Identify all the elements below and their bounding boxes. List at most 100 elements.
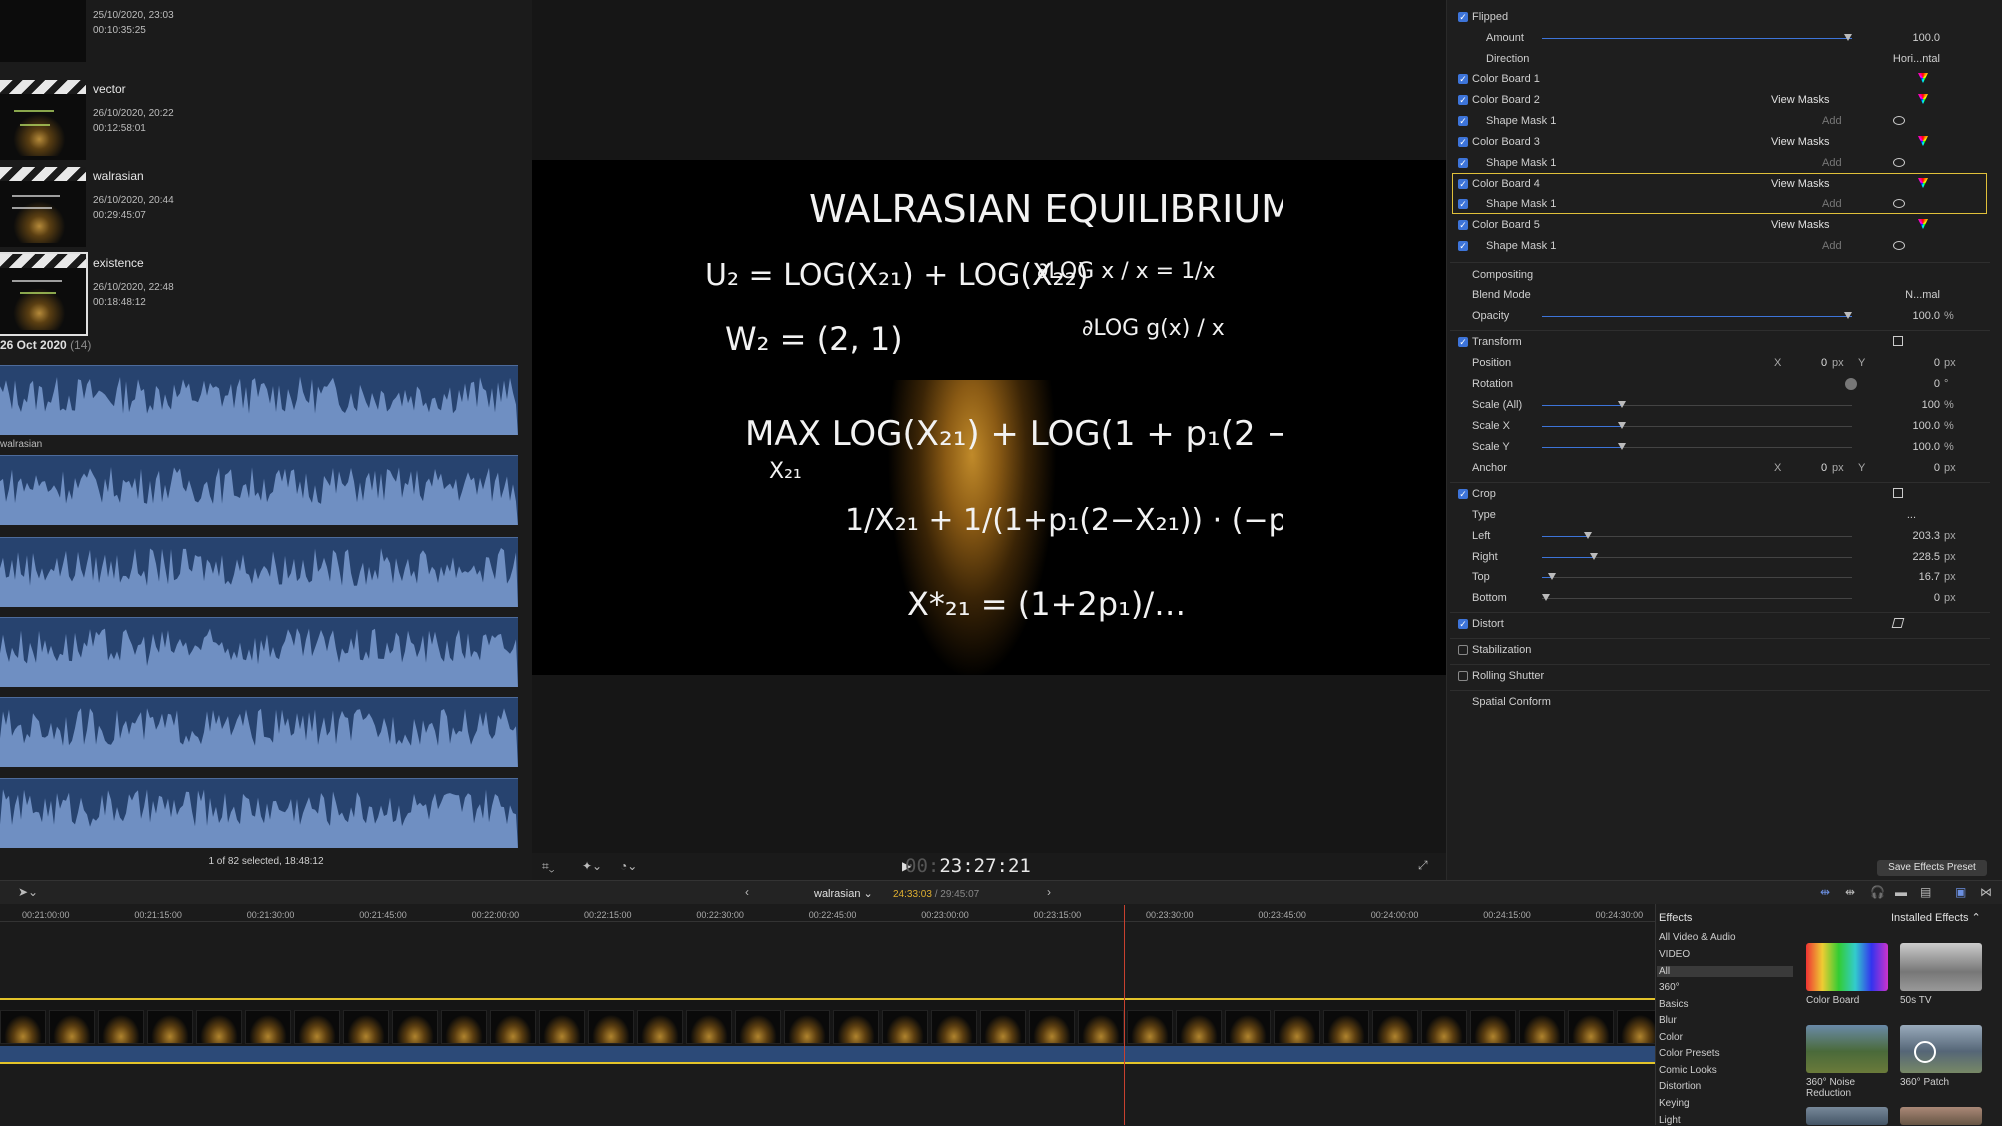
blend-mode-popup[interactable]: N...mal: [1905, 289, 1940, 301]
distort-row[interactable]: ✓ Distort: [1456, 615, 1986, 635]
clip-item[interactable]: exchange 25/10/2020, 23:03 00:10:35:25: [0, 0, 532, 68]
effects-category-item[interactable]: All: [1657, 966, 1793, 977]
color-board-icon[interactable]: [1918, 219, 1928, 229]
amount-slider[interactable]: [1542, 34, 1852, 41]
color-board-4-checkbox[interactable]: ✓: [1458, 179, 1468, 189]
effects-category-item[interactable]: Distortion: [1659, 1081, 1701, 1092]
view-masks-button[interactable]: View Masks: [1771, 219, 1829, 231]
headphones-icon[interactable]: 🎧: [1870, 885, 1885, 899]
shape-mask-row[interactable]: ✓ Shape Mask 1 Add: [1456, 195, 1986, 215]
flipped-row[interactable]: ✓ Flipped: [1456, 8, 1986, 28]
save-effects-preset-button[interactable]: Save Effects Preset: [1877, 860, 1987, 876]
360-noise-reduction-thumbnail[interactable]: [1806, 1025, 1888, 1073]
anchor-x-value[interactable]: 0: [1821, 462, 1827, 474]
color-board-2-row[interactable]: ✓ Color Board 2 View Masks: [1456, 91, 1986, 111]
crop-left-value[interactable]: 203.3: [1912, 530, 1940, 542]
effects-category-item[interactable]: Keying: [1659, 1098, 1690, 1109]
rolling-shutter-checkbox[interactable]: [1458, 671, 1468, 681]
effects-category-item[interactable]: Light: [1659, 1115, 1681, 1126]
add-popup[interactable]: Add: [1822, 240, 1842, 252]
audio-clip[interactable]: [0, 537, 518, 607]
shape-mask-icon[interactable]: [1893, 158, 1905, 167]
shape-mask-checkbox[interactable]: ✓: [1458, 116, 1468, 126]
scale-y-slider[interactable]: [1542, 443, 1852, 450]
clip-item[interactable]: vector 26/10/2020, 20:22 00:12:58:01: [0, 80, 532, 166]
effects-category-item[interactable]: Basics: [1659, 999, 1688, 1010]
crop-onscreen-icon[interactable]: [1893, 488, 1903, 498]
shape-mask-checkbox[interactable]: ✓: [1458, 241, 1468, 251]
add-popup[interactable]: Add: [1822, 198, 1842, 210]
timeline-clip[interactable]: [0, 998, 1655, 1064]
skimming-icon[interactable]: ⇹: [1845, 885, 1855, 899]
color-board-5-checkbox[interactable]: ✓: [1458, 220, 1468, 230]
add-popup[interactable]: Add: [1822, 115, 1842, 127]
flipped-checkbox[interactable]: ✓: [1458, 12, 1468, 22]
audio-clip[interactable]: [0, 697, 518, 767]
timecode-display[interactable]: 00:23:27:21: [905, 855, 1031, 877]
audio-clip[interactable]: [0, 455, 518, 525]
audio-clip[interactable]: [0, 365, 518, 435]
clip-item[interactable]: walrasian 26/10/2020, 20:44 00:29:45:07: [0, 167, 532, 253]
rotation-dial[interactable]: [1845, 378, 1857, 390]
direction-popup[interactable]: Hori...ntal: [1893, 53, 1940, 65]
rotation-value[interactable]: 0: [1934, 378, 1940, 390]
effect-thumbnail[interactable]: [1806, 1107, 1888, 1125]
scale-all-value[interactable]: 100: [1922, 399, 1940, 411]
opacity-value[interactable]: 100.0: [1912, 310, 1940, 322]
shape-mask-icon[interactable]: [1893, 241, 1905, 250]
shape-mask-row[interactable]: ✓ Shape Mask 1 Add: [1456, 112, 1986, 132]
color-board-5-row[interactable]: ✓ Color Board 5 View Masks: [1456, 216, 1986, 236]
inspector-toggle-icon[interactable]: ▤: [1920, 885, 1931, 899]
color-board-3-row[interactable]: ✓ Color Board 3 View Masks: [1456, 133, 1986, 153]
50s-tv-thumbnail[interactable]: [1900, 943, 1982, 991]
add-popup[interactable]: Add: [1822, 157, 1842, 169]
transform-checkbox[interactable]: ✓: [1458, 337, 1468, 347]
shape-mask-checkbox[interactable]: ✓: [1458, 199, 1468, 209]
distort-checkbox[interactable]: ✓: [1458, 619, 1468, 629]
color-board-thumbnail[interactable]: [1806, 943, 1888, 991]
crop-top-slider[interactable]: [1542, 573, 1852, 580]
crop-tool-icon[interactable]: ⌗⌄: [542, 859, 554, 874]
shape-mask-icon[interactable]: [1893, 116, 1905, 125]
forward-arrow-icon[interactable]: ›: [1047, 885, 1051, 899]
shape-mask-row[interactable]: ✓ Shape Mask 1 Add: [1456, 237, 1986, 257]
back-arrow-icon[interactable]: ‹: [745, 885, 749, 899]
distort-onscreen-icon[interactable]: [1891, 618, 1905, 628]
effects-category-item[interactable]: All Video & Audio: [1659, 932, 1736, 943]
crop-bottom-slider[interactable]: [1542, 594, 1852, 601]
effects-category-item[interactable]: Blur: [1659, 1015, 1677, 1026]
shape-mask-icon[interactable]: [1893, 199, 1905, 208]
color-board-2-checkbox[interactable]: ✓: [1458, 95, 1468, 105]
shape-mask-row[interactable]: ✓ Shape Mask 1 Add: [1456, 154, 1986, 174]
rolling-shutter-row[interactable]: Rolling Shutter: [1456, 667, 1986, 687]
project-name[interactable]: walrasian ⌄: [814, 887, 873, 900]
position-y-value[interactable]: 0: [1934, 357, 1940, 369]
audio-skimming-icon[interactable]: ⇹: [1820, 885, 1830, 899]
crop-top-value[interactable]: 16.7: [1919, 571, 1940, 583]
view-masks-button[interactable]: View Masks: [1771, 136, 1829, 148]
shape-mask-checkbox[interactable]: ✓: [1458, 158, 1468, 168]
effects-browser-icon[interactable]: ▣: [1955, 885, 1966, 899]
select-tool-icon[interactable]: ➤⌄: [18, 885, 38, 899]
color-board-1-checkbox[interactable]: ✓: [1458, 74, 1468, 84]
video-frame[interactable]: WALRASIAN EQUILIBRIUM U₂ = LOG(X₂₁) + LO…: [677, 160, 1283, 675]
view-masks-button[interactable]: View Masks: [1771, 178, 1829, 190]
effects-category-item[interactable]: Comic Looks: [1659, 1065, 1717, 1076]
view-masks-button[interactable]: View Masks: [1771, 94, 1829, 106]
compositing-row[interactable]: Compositing: [1456, 266, 1986, 286]
color-board-4-row[interactable]: ✓ Color Board 4 View Masks: [1456, 175, 1986, 195]
effects-category-item[interactable]: 360°: [1659, 982, 1680, 993]
crop-checkbox[interactable]: ✓: [1458, 489, 1468, 499]
scale-all-slider[interactable]: [1542, 401, 1852, 408]
crop-bottom-value[interactable]: 0: [1934, 592, 1940, 604]
speed-icon[interactable]: ◔⌄: [620, 859, 637, 873]
crop-right-slider[interactable]: [1542, 553, 1852, 560]
transform-row[interactable]: ✓ Transform: [1456, 333, 1986, 353]
audio-clip[interactable]: [0, 617, 518, 687]
anchor-y-value[interactable]: 0: [1934, 462, 1940, 474]
date-group-header[interactable]: 26 Oct 2020 (14): [0, 338, 91, 352]
color-board-icon[interactable]: [1918, 136, 1928, 146]
opacity-slider[interactable]: [1542, 312, 1852, 319]
playhead[interactable]: [1124, 905, 1125, 1125]
fullscreen-icon[interactable]: ⤢: [1418, 858, 1428, 873]
